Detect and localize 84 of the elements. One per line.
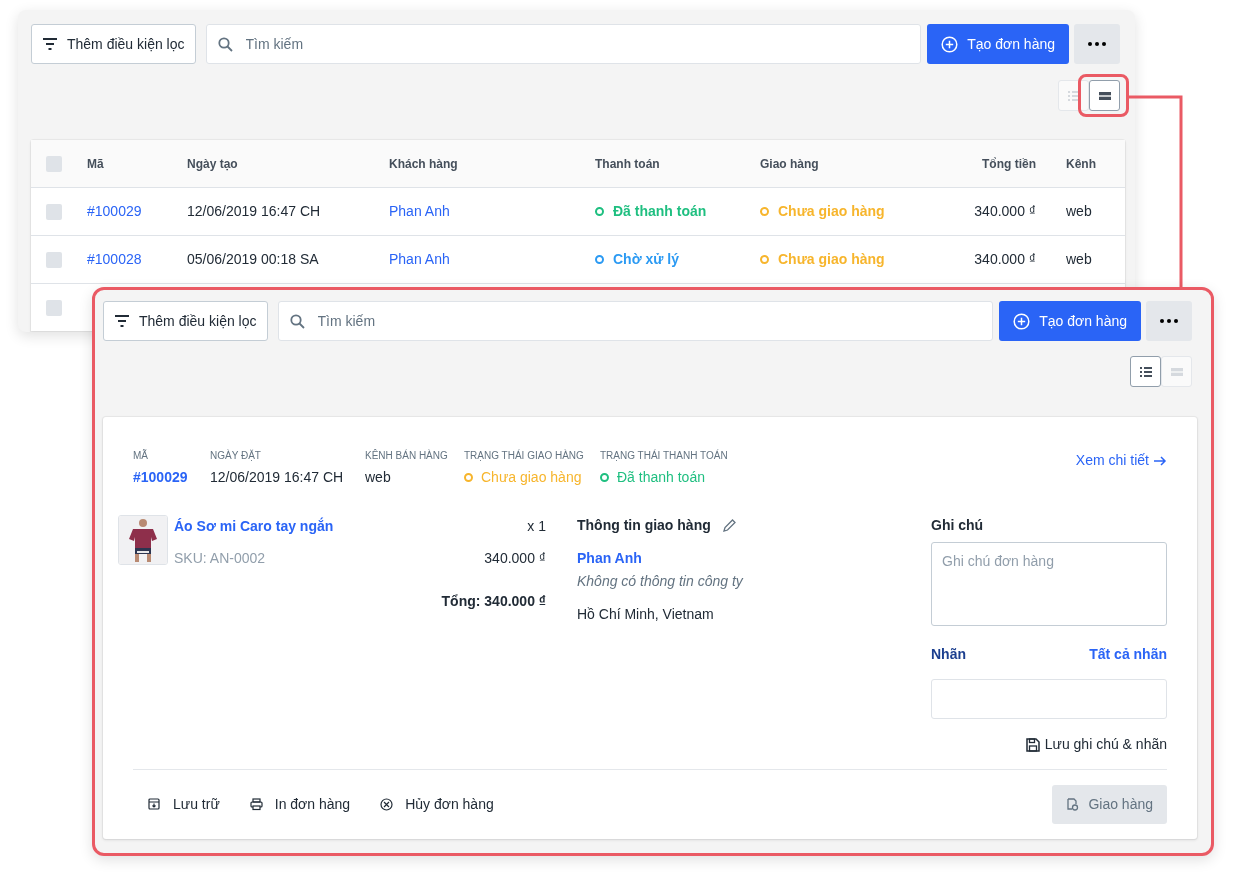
- more-icon: [1088, 42, 1106, 46]
- plus-circle-icon: [1013, 312, 1031, 330]
- card-icon: [1098, 91, 1111, 100]
- status-text: Chưa giao hàng: [778, 250, 885, 269]
- search-field[interactable]: Tìm kiếm: [277, 301, 994, 341]
- field-label: Ghi chú: [931, 516, 985, 535]
- order-link[interactable]: #100028: [87, 249, 142, 270]
- search-icon: [217, 37, 233, 52]
- sku-text: SKU: AN-0002: [174, 549, 267, 568]
- filter-icon: [114, 315, 130, 327]
- price-text: 340.000 ₫: [484, 549, 546, 568]
- filter-icon: [42, 38, 58, 50]
- search-field[interactable]: Tìm kiếm: [205, 24, 922, 64]
- column-header: Tổng tiền: [981, 155, 1037, 173]
- field-label: TRẠNG THÁI THANH TOÁN: [600, 448, 728, 463]
- customer-link[interactable]: Phan Anh: [389, 201, 595, 222]
- column-header: Mã: [87, 155, 105, 173]
- field-label: MÃ: [133, 448, 149, 463]
- status-text: Chờ xử lý: [613, 250, 679, 269]
- action-link[interactable]: Lưu trữ: [148, 794, 220, 815]
- field-label: Nhãn: [931, 645, 966, 664]
- more-button[interactable]: [1074, 24, 1120, 64]
- shipping-icon: [1066, 798, 1080, 811]
- archive-box-icon: [148, 798, 161, 811]
- ship-button[interactable]: Giao hàng: [1052, 785, 1167, 824]
- card-icon: [1170, 367, 1183, 376]
- field-label: NGÀY ĐẶT: [210, 448, 262, 463]
- column-header: Thanh toán: [595, 155, 661, 173]
- quantity-text: x 1: [527, 517, 546, 536]
- checkbox[interactable]: [46, 203, 62, 220]
- action-link[interactable]: Hủy đơn hàng: [380, 794, 494, 815]
- filter-button[interactable]: Thêm điều kiện lọc: [31, 24, 196, 64]
- field-value: web: [365, 468, 392, 487]
- arrow-right-icon: [1154, 455, 1167, 466]
- create-order-button[interactable]: Tạo đơn hàng: [927, 24, 1069, 64]
- checkbox[interactable]: [46, 251, 62, 268]
- table-cell-text: 340.000 ₫: [973, 250, 1037, 269]
- list-icon: [1139, 366, 1152, 377]
- status-text: Đã thanh toán: [613, 202, 707, 221]
- create-order-button[interactable]: Tạo đơn hàng: [999, 301, 1141, 341]
- list-view-button[interactable]: [1130, 356, 1161, 387]
- card-view-button[interactable]: [1089, 80, 1120, 111]
- column-header: Kênh: [1066, 155, 1097, 173]
- column-header: Khách hàng: [389, 155, 459, 173]
- product-link[interactable]: Áo Sơ mi Caro tay ngắn: [174, 516, 334, 537]
- table-cell-text: web: [1066, 250, 1093, 269]
- tags-field[interactable]: [931, 679, 1167, 719]
- table-cell-text: 340.000 ₫: [973, 202, 1037, 221]
- plus-circle-icon: [941, 35, 959, 53]
- customer-link[interactable]: Phan Anh: [577, 548, 827, 569]
- printer-icon: [249, 798, 263, 811]
- more-icon: [1160, 319, 1178, 323]
- status-text: Chưa giao hàng: [778, 202, 885, 221]
- close-circle-icon: [380, 798, 394, 811]
- pencil-icon: [722, 519, 736, 532]
- status-text: Đã thanh toán: [617, 468, 705, 487]
- order-link[interactable]: #100029: [87, 201, 142, 222]
- table-cell-text: 12/06/2019 16:47 CH: [187, 202, 322, 221]
- field-value: 12/06/2019 16:47 CH: [210, 468, 345, 487]
- all-tags-link[interactable]: Tất cả nhãn: [1089, 644, 1167, 665]
- column-header: Ngày tạo: [187, 155, 239, 173]
- save-notes-link[interactable]: Lưu ghi chú & nhãn: [1025, 734, 1167, 755]
- status-text: Chưa giao hàng: [481, 468, 582, 487]
- action-link[interactable]: In đơn hàng: [249, 794, 351, 815]
- checkbox[interactable]: [46, 299, 62, 316]
- order-link[interactable]: #100029: [133, 467, 210, 488]
- more-button[interactable]: [1146, 301, 1192, 341]
- filter-button[interactable]: Thêm điều kiện lọc: [103, 301, 268, 341]
- customer-link[interactable]: Phan Anh: [389, 249, 595, 270]
- note-field[interactable]: Ghi chú đơn hàng: [931, 542, 1167, 626]
- highlight-frame: [1078, 74, 1129, 117]
- checkbox[interactable]: [46, 155, 62, 172]
- field-label: TRẠNG THÁI GIAO HÀNG: [464, 448, 585, 463]
- list-icon: [1067, 90, 1080, 101]
- view-details-link[interactable]: Xem chi tiết: [1075, 450, 1167, 471]
- company-text: Không có thông tin công ty: [577, 572, 745, 591]
- total-text: Tổng: 340.000 ₫: [441, 592, 546, 611]
- table-cell-text: web: [1066, 202, 1093, 221]
- table-cell-text: 05/06/2019 00:18 SA: [187, 250, 320, 269]
- address-text: Hồ Chí Minh, Vietnam: [577, 605, 715, 624]
- section-title: Thông tin giao hàng: [577, 516, 711, 535]
- column-header: Giao hàng: [760, 155, 820, 173]
- search-icon: [289, 314, 305, 329]
- field-label: KÊNH BÁN HÀNG: [365, 448, 449, 463]
